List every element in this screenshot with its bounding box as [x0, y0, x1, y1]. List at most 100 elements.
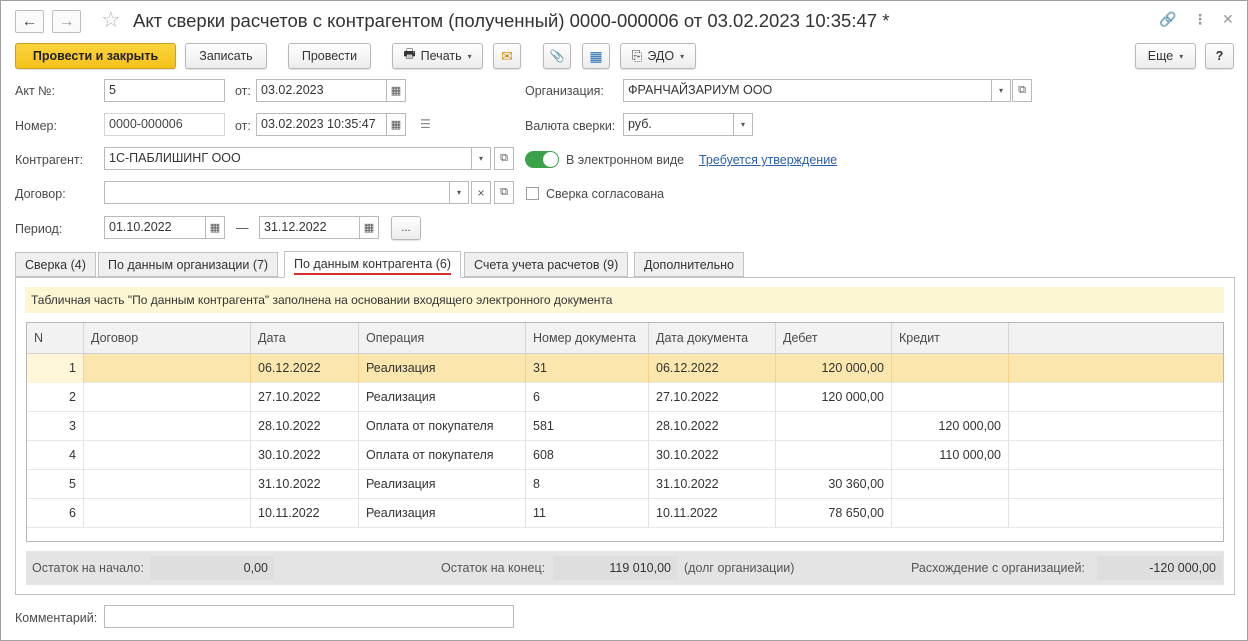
- reconciliation-agreed-checkbox[interactable]: [526, 187, 539, 200]
- cell-credit[interactable]: [892, 470, 1009, 499]
- cell-doc-date[interactable]: 10.11.2022: [649, 499, 776, 528]
- currency-field[interactable]: руб.: [623, 113, 734, 136]
- cell-credit[interactable]: [892, 354, 1009, 383]
- cell-debit[interactable]: 78 650,00: [776, 499, 892, 528]
- cell-operation[interactable]: Оплата от покупателя: [359, 412, 526, 441]
- send-email-button[interactable]: ✉: [493, 43, 521, 69]
- cell-contract[interactable]: [84, 354, 251, 383]
- contract-dropdown-button[interactable]: ▾: [449, 181, 469, 204]
- cell-doc-number[interactable]: 581: [526, 412, 649, 441]
- column-header-operation[interactable]: Операция: [359, 323, 526, 354]
- counterparty-dropdown-button[interactable]: ▾: [471, 147, 491, 170]
- cell-date[interactable]: 06.12.2022: [251, 354, 359, 383]
- back-button[interactable]: ←: [15, 10, 44, 33]
- table-row[interactable]: 4 30.10.2022 Оплата от покупателя 608 30.10.…: [27, 441, 1223, 470]
- close-icon[interactable]: ✕: [1222, 11, 1234, 28]
- table-row[interactable]: 2 27.10.2022 Реализация 6 27.10.2022 120 000,…: [27, 383, 1223, 412]
- cell-row-number[interactable]: 2: [27, 383, 84, 412]
- number-datetime-field[interactable]: 03.02.2023 10:35:47: [256, 113, 387, 136]
- period-to-field[interactable]: 31.12.2022: [259, 216, 360, 239]
- post-button[interactable]: Провести: [288, 43, 371, 69]
- cell-row-number[interactable]: 6: [27, 499, 84, 528]
- cell-debit[interactable]: [776, 441, 892, 470]
- cell-date[interactable]: 10.11.2022: [251, 499, 359, 528]
- tab-accounts[interactable]: Счета учета расчетов (9): [464, 252, 629, 277]
- document-list-icon[interactable]: ☰: [420, 117, 431, 131]
- cell-contract[interactable]: [84, 470, 251, 499]
- cell-doc-number[interactable]: 608: [526, 441, 649, 470]
- tab-organization-data[interactable]: По данным организации (7): [98, 252, 279, 277]
- cell-doc-number[interactable]: 8: [526, 470, 649, 499]
- period-select-button[interactable]: ...: [391, 216, 421, 240]
- cell-row-number[interactable]: 5: [27, 470, 84, 499]
- organization-field[interactable]: ФРАНЧАЙЗАРИУМ ООО: [623, 79, 992, 102]
- cell-doc-date[interactable]: 27.10.2022: [649, 383, 776, 412]
- cell-credit[interactable]: 120 000,00: [892, 412, 1009, 441]
- number-field[interactable]: 0000-000006: [104, 113, 225, 136]
- link-icon[interactable]: 🔗: [1159, 11, 1176, 28]
- cell-doc-number[interactable]: 31: [526, 354, 649, 383]
- contract-clear-button[interactable]: ×: [471, 181, 491, 204]
- table-row[interactable]: 6 10.11.2022 Реализация 11 10.11.2022 78 650,…: [27, 499, 1223, 528]
- table-row[interactable]: 5 31.10.2022 Реализация 8 31.10.2022 30 360,0…: [27, 470, 1223, 499]
- print-button[interactable]: 🖶 Печать ▾: [392, 43, 483, 69]
- column-header-n[interactable]: N: [27, 323, 84, 354]
- cell-doc-date[interactable]: 28.10.2022: [649, 412, 776, 441]
- cell-doc-date[interactable]: 06.12.2022: [649, 354, 776, 383]
- currency-dropdown-button[interactable]: ▾: [733, 113, 753, 136]
- counterparty-field[interactable]: 1С-ПАБЛИШИНГ ООО: [104, 147, 472, 170]
- column-header-doc-date[interactable]: Дата документа: [649, 323, 776, 354]
- column-header-date[interactable]: Дата: [251, 323, 359, 354]
- counterparty-open-button[interactable]: ⧉: [494, 147, 514, 170]
- cell-credit[interactable]: [892, 383, 1009, 412]
- save-button[interactable]: Записать: [185, 43, 267, 69]
- act-date-field[interactable]: 03.02.2023: [256, 79, 387, 102]
- organization-open-button[interactable]: ⧉: [1012, 79, 1032, 102]
- post-and-close-button[interactable]: Провести и закрыть: [15, 43, 176, 69]
- column-header-contract[interactable]: Договор: [84, 323, 251, 354]
- cell-operation[interactable]: Реализация: [359, 470, 526, 499]
- cell-debit[interactable]: 120 000,00: [776, 383, 892, 412]
- column-header-debit[interactable]: Дебет: [776, 323, 892, 354]
- cell-date[interactable]: 30.10.2022: [251, 441, 359, 470]
- more-button[interactable]: Еще ▾: [1135, 43, 1196, 69]
- tab-additional[interactable]: Дополнительно: [634, 252, 744, 277]
- period-from-calendar-button[interactable]: ▦: [205, 216, 225, 239]
- cell-contract[interactable]: [84, 383, 251, 412]
- act-date-calendar-button[interactable]: ▦: [386, 79, 406, 102]
- edo-button[interactable]: ⎘ ЭДО ▾: [620, 43, 696, 69]
- cell-doc-date[interactable]: 31.10.2022: [649, 470, 776, 499]
- cell-date[interactable]: 31.10.2022: [251, 470, 359, 499]
- cell-operation[interactable]: Реализация: [359, 499, 526, 528]
- tab-reconciliation[interactable]: Сверка (4): [15, 252, 96, 277]
- organization-dropdown-button[interactable]: ▾: [991, 79, 1011, 102]
- contract-open-button[interactable]: ⧉: [494, 181, 514, 204]
- number-date-calendar-button[interactable]: ▦: [386, 113, 406, 136]
- counterparty-data-table[interactable]: N Договор Дата Операция Номер документа …: [26, 322, 1224, 542]
- approval-required-link[interactable]: Требуется утверждение: [699, 153, 837, 167]
- contract-field[interactable]: [104, 181, 450, 204]
- cell-row-number[interactable]: 1: [27, 354, 84, 383]
- electronic-form-toggle[interactable]: [525, 151, 559, 168]
- structure-button[interactable]: ▦: [582, 43, 610, 69]
- period-from-field[interactable]: 01.10.2022: [104, 216, 206, 239]
- cell-credit[interactable]: [892, 499, 1009, 528]
- cell-row-number[interactable]: 3: [27, 412, 84, 441]
- cell-debit[interactable]: 30 360,00: [776, 470, 892, 499]
- favorite-star-icon[interactable]: ☆: [101, 7, 121, 33]
- cell-credit[interactable]: 110 000,00: [892, 441, 1009, 470]
- table-row[interactable]: 1 06.12.2022 Реализация 31 06.12.2022 120 000…: [27, 354, 1223, 383]
- cell-date[interactable]: 28.10.2022: [251, 412, 359, 441]
- period-to-calendar-button[interactable]: ▦: [359, 216, 379, 239]
- cell-debit[interactable]: [776, 412, 892, 441]
- cell-contract[interactable]: [84, 412, 251, 441]
- help-button[interactable]: ?: [1205, 43, 1234, 69]
- cell-operation[interactable]: Оплата от покупателя: [359, 441, 526, 470]
- cell-doc-date[interactable]: 30.10.2022: [649, 441, 776, 470]
- act-number-field[interactable]: 5: [104, 79, 225, 102]
- cell-contract[interactable]: [84, 499, 251, 528]
- comment-field[interactable]: [104, 605, 514, 628]
- cell-operation[interactable]: Реализация: [359, 383, 526, 412]
- more-menu-icon[interactable]: ⋮: [1193, 11, 1207, 28]
- cell-doc-number[interactable]: 11: [526, 499, 649, 528]
